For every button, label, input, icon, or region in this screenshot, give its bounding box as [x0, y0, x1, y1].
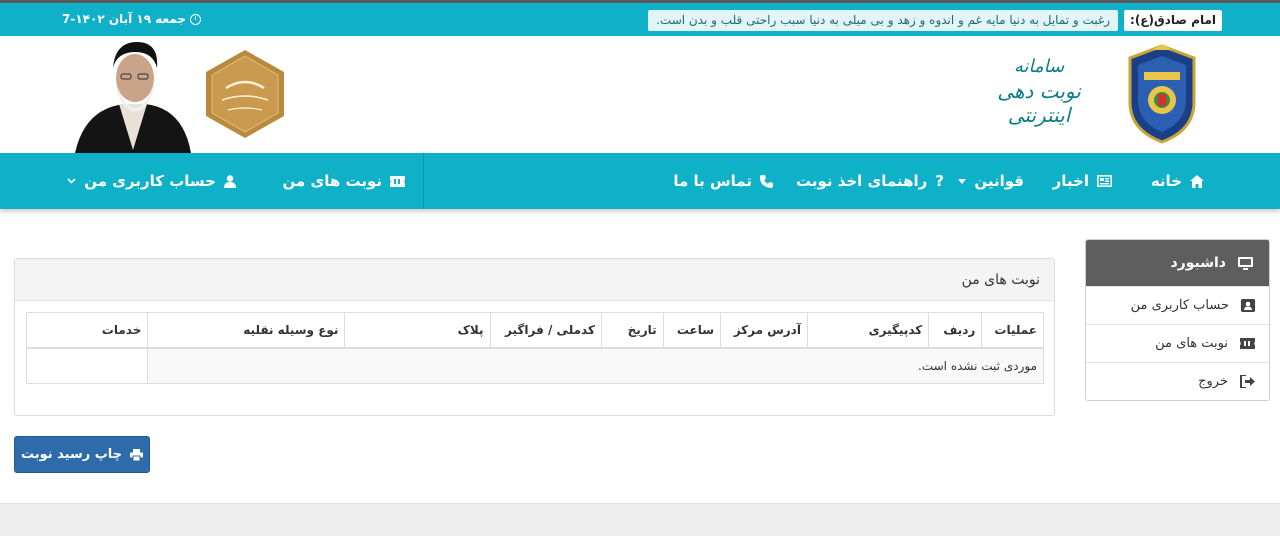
- dashboard-sidebar: داشبورد حساب کاربری من نوبت های من خروج: [1085, 239, 1270, 401]
- sidebar-item-my-account[interactable]: حساب کاربری من: [1086, 286, 1269, 324]
- turns-table: عملیات ردیف کدپیگیری آدرس مرکز ساعت تاری…: [25, 312, 1044, 384]
- site-title[interactable]: سامانه نوبت دهی اینترنتی: [976, 56, 1102, 131]
- nav-rules-label: قوانین: [974, 172, 1024, 190]
- col-operations: عملیات: [981, 312, 1044, 349]
- nav-contact[interactable]: تماس با ما: [673, 170, 773, 192]
- date-text: جمعه ۱۹ آبان ۱۴۰۲-7: [62, 12, 186, 26]
- col-center-address: آدرس مرکز: [720, 312, 808, 349]
- news-icon: [1097, 175, 1112, 187]
- site-title-line1: سامانه: [1013, 56, 1065, 77]
- ticket-icon: [390, 175, 405, 187]
- clock-icon: [189, 13, 201, 25]
- top-info-bar: جمعه ۱۹ آبان ۱۴۰۲-7 امام صادق(ع): رغبت و…: [0, 3, 1280, 36]
- hadith-quote: امام صادق(ع): رغبت و تمایل به دنیا مایه …: [648, 10, 1222, 31]
- sidebar-item-label: نوبت های من: [1155, 336, 1228, 351]
- main-navbar: خانه اخبار قوانین ? راهنمای اخذ نوبت تما…: [0, 153, 1280, 209]
- quote-label: امام صادق(ع):: [1124, 10, 1222, 31]
- nav-news-label: اخبار: [1052, 172, 1089, 190]
- col-services: خدمات: [25, 312, 149, 349]
- home-icon: [1190, 174, 1204, 188]
- sign-out-icon: [1240, 375, 1255, 388]
- sidebar-item-my-turns[interactable]: نوبت های من: [1086, 324, 1269, 362]
- sidebar-item-logout[interactable]: خروج: [1086, 362, 1269, 400]
- nav-guide[interactable]: ? راهنمای اخذ نوبت: [796, 170, 944, 192]
- page-footer: [0, 503, 1280, 536]
- table-row: موردی ثبت نشده است.: [25, 347, 1044, 384]
- site-header: سامانه نوبت دهی اینترنتی: [0, 36, 1280, 153]
- monitor-icon: [1238, 256, 1253, 270]
- question-icon: ?: [935, 172, 944, 190]
- ticket-icon: [1240, 338, 1255, 349]
- nav-contact-label: تماس با ما: [673, 172, 752, 190]
- site-title-line2: نوبت دهی اینترنتی: [997, 79, 1081, 127]
- sidebar-title: داشبورد: [1170, 255, 1227, 271]
- nav-rules-dropdown[interactable]: قوانین: [958, 170, 1024, 192]
- panel-title: نوبت های من: [15, 259, 1054, 301]
- nav-home[interactable]: خانه: [1151, 170, 1204, 192]
- col-tracking-code: کدپیگیری: [806, 312, 930, 349]
- table-header-row: عملیات ردیف کدپیگیری آدرس مرکز ساعت تاری…: [25, 312, 1044, 349]
- traffic-police-logo[interactable]: [1122, 42, 1202, 146]
- printer-icon: [130, 448, 144, 461]
- print-receipt-label: چاپ رسید نوبت: [20, 447, 123, 462]
- nav-news[interactable]: اخبار: [1053, 170, 1112, 192]
- chevron-down-icon: [958, 178, 967, 184]
- user-card-icon: [1241, 299, 1255, 312]
- my-turns-panel: نوبت های من عملیات ردیف کدپیگیری آدرس مر…: [14, 258, 1055, 416]
- empty-message: موردی ثبت نشده است.: [147, 347, 1044, 384]
- quote-text: رغبت و تمایل به دنیا مایه غم و اندوه و ز…: [648, 10, 1119, 31]
- sidebar-item-label: حساب کاربری من: [1130, 298, 1229, 313]
- nav-home-label: خانه: [1150, 172, 1182, 190]
- col-plate: پلاک: [344, 312, 491, 349]
- sidebar-header[interactable]: داشبورد: [1086, 240, 1269, 286]
- col-date: تاریخ: [600, 312, 664, 349]
- phone-icon: [760, 174, 773, 188]
- current-date: جمعه ۱۹ آبان ۱۴۰۲-7: [62, 12, 201, 26]
- nav-my-account-dropdown[interactable]: حساب کاربری من: [67, 170, 236, 192]
- nav-my-turns-label: نوبت های من: [282, 172, 382, 190]
- print-receipt-button[interactable]: چاپ رسید نوبت: [14, 436, 150, 473]
- user-icon: [224, 174, 236, 188]
- production-emblem-logo: [206, 50, 284, 138]
- col-row: ردیف: [928, 312, 983, 349]
- nav-my-turns[interactable]: نوبت های من: [282, 170, 405, 192]
- empty-cell: [25, 347, 149, 384]
- sidebar-item-label: خروج: [1198, 374, 1228, 389]
- col-national-id: کدملی / فراگیر: [489, 312, 602, 349]
- leader-portrait: [75, 42, 191, 153]
- col-vehicle-type: نوع وسیله نقلیه: [147, 312, 346, 349]
- chevron-down-icon: [67, 178, 76, 184]
- nav-divider: [423, 153, 424, 209]
- nav-my-account-label: حساب کاربری من: [84, 172, 216, 190]
- col-time: ساعت: [662, 312, 722, 349]
- nav-guide-label: راهنمای اخذ نوبت: [795, 172, 928, 190]
